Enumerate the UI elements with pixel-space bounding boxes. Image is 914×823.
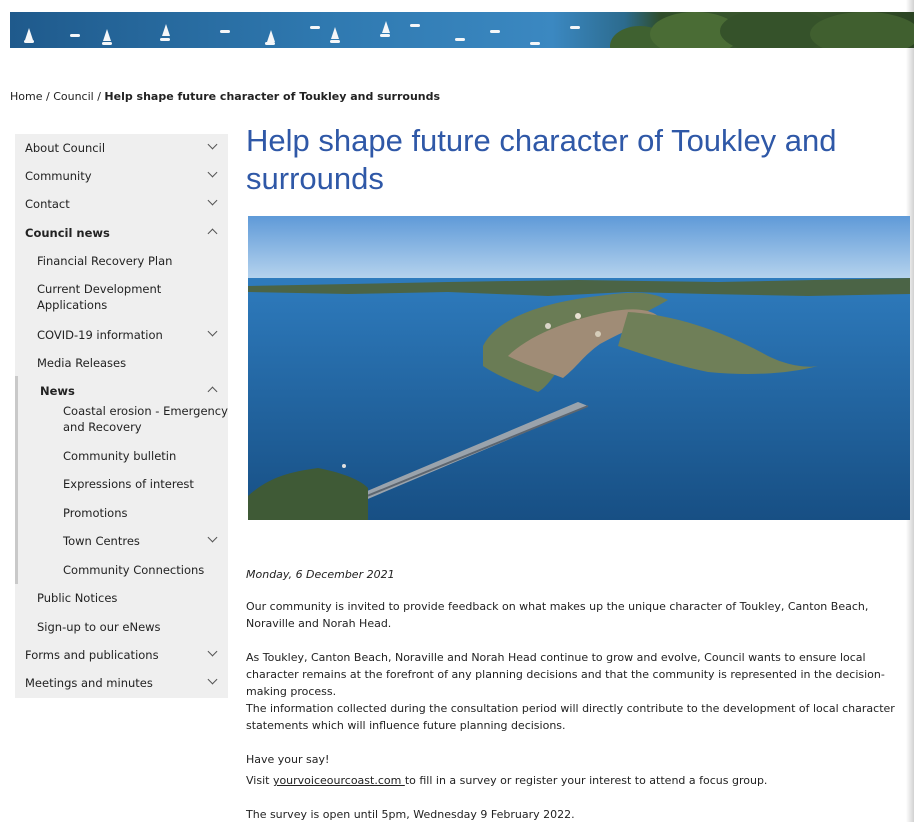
sidebar-item-label: Council news xyxy=(25,226,110,240)
sidebar-item-current-development-applications[interactable]: Current Development Applications xyxy=(15,281,177,313)
sidebar-item-label: Sign-up to our eNews xyxy=(37,620,161,634)
sidebar-item-label: Financial Recovery Plan xyxy=(37,254,173,268)
hero-image-aerial-toukley xyxy=(248,216,910,520)
sidebar-item-community-bulletin[interactable]: Community bulletin xyxy=(15,448,228,464)
visit-line: Visit yourvoiceourcoast.com to fill in a… xyxy=(246,772,906,789)
chevron-down-icon[interactable] xyxy=(206,140,220,154)
chevron-down-icon[interactable] xyxy=(206,327,220,341)
sidebar-item-town-centres[interactable]: Town Centres xyxy=(15,533,228,549)
yourvoiceourcoast-link[interactable]: yourvoiceourcoast.com xyxy=(273,774,405,787)
breadcrumb-separator: / xyxy=(42,90,54,103)
sidebar-item-meetings-and-minutes[interactable]: Meetings and minutes xyxy=(15,675,228,691)
chevron-down-icon[interactable] xyxy=(206,533,220,547)
visit-prefix: Visit xyxy=(246,774,273,787)
sidebar-item-label: Community bulletin xyxy=(63,449,177,463)
sidebar-item-financial-recovery-plan[interactable]: Financial Recovery Plan xyxy=(15,253,228,269)
breadcrumb-current: Help shape future character of Toukley a… xyxy=(104,90,441,103)
sidebar-item-label: Current Development Applications xyxy=(37,282,162,312)
sidebar-item-forms-and-publications[interactable]: Forms and publications xyxy=(15,647,228,663)
sidebar-item-covid-19-information[interactable]: COVID-19 information xyxy=(15,327,228,343)
sidebar-item-label: Forms and publications xyxy=(25,648,159,662)
aerial-photo-illustration xyxy=(248,216,910,520)
sidebar-item-label: About Council xyxy=(25,141,106,155)
page-title: Help shape future character of Toukley a… xyxy=(246,123,837,196)
sidebar-item-sign-up-enews[interactable]: Sign-up to our eNews xyxy=(15,619,228,635)
sidebar-item-label: News xyxy=(40,384,75,398)
sidebar-item-news[interactable]: News xyxy=(15,383,228,399)
sidebar-item-coastal-erosion[interactable]: Coastal erosion - Emergency and Recovery xyxy=(15,403,228,435)
sidebar-item-about-council[interactable]: About Council xyxy=(15,140,228,156)
breadcrumb-separator: / xyxy=(93,90,105,103)
chevron-down-icon[interactable] xyxy=(206,196,220,210)
sidebar-item-label: Expressions of interest xyxy=(63,477,194,491)
visit-suffix: to fill in a survey or register your int… xyxy=(404,774,768,787)
sidebar-item-label: Meetings and minutes xyxy=(25,676,153,690)
breadcrumb-council-link[interactable]: Council xyxy=(53,90,94,103)
sidebar-item-label: Coastal erosion - Emergency and Recovery xyxy=(63,404,228,434)
article-paragraph: As Toukley, Canton Beach, Noraville and … xyxy=(246,651,885,698)
sidebar-item-label: Community xyxy=(25,169,92,183)
sidebar-item-community[interactable]: Community xyxy=(15,168,228,184)
sidebar-item-expressions-of-interest[interactable]: Expressions of interest xyxy=(15,476,228,492)
chevron-up-icon[interactable] xyxy=(206,225,220,239)
article-paragraph: The information collected during the con… xyxy=(246,702,895,732)
sidebar-item-contact[interactable]: Contact xyxy=(15,196,228,212)
sidebar-item-promotions[interactable]: Promotions xyxy=(15,505,228,521)
sidebar-item-label: COVID-19 information xyxy=(37,328,163,342)
chevron-down-icon[interactable] xyxy=(206,675,220,689)
chevron-down-icon[interactable] xyxy=(206,647,220,661)
sidebar-item-label: Media Releases xyxy=(37,356,127,370)
breadcrumb: Home / Council / Help shape future chara… xyxy=(10,90,440,103)
chevron-down-icon[interactable] xyxy=(206,168,220,182)
breadcrumb-home-link[interactable]: Home xyxy=(10,90,42,103)
sidebar-item-label: Public Notices xyxy=(37,591,118,605)
chevron-up-icon[interactable] xyxy=(206,383,220,397)
have-your-say-heading: Have your say! xyxy=(246,753,330,766)
sidebar-item-label: Town Centres xyxy=(63,534,140,548)
sidebar-item-media-releases[interactable]: Media Releases xyxy=(15,355,228,371)
article-paragraph: Our community is invited to provide feed… xyxy=(246,600,869,630)
sidebar-item-community-connections[interactable]: Community Connections xyxy=(15,562,228,578)
sidebar-item-public-notices[interactable]: Public Notices xyxy=(15,590,228,606)
sidebar-item-label: Community Connections xyxy=(63,563,205,577)
sidebar-nav: About Council Community Contact Council … xyxy=(15,134,228,698)
sidebar-item-council-news[interactable]: Council news xyxy=(15,225,228,241)
article-date: Monday, 6 December 2021 xyxy=(246,568,395,581)
sidebar-item-label: Promotions xyxy=(63,506,128,520)
sidebar-item-label: Contact xyxy=(25,197,70,211)
survey-deadline: The survey is open until 5pm, Wednesday … xyxy=(246,808,575,821)
header-banner-image xyxy=(10,12,914,48)
